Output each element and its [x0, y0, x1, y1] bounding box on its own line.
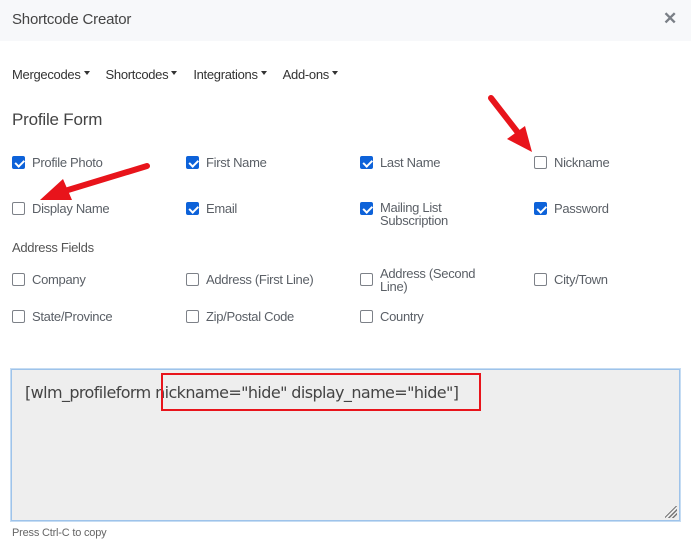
- checkbox-mailing-list-subscription[interactable]: Mailing List Subscription: [360, 201, 500, 227]
- checkbox-checked-icon[interactable]: [534, 202, 547, 215]
- checkbox-checked-icon[interactable]: [12, 156, 25, 169]
- shortcode-text: [wlm_profileform nickname="hide" display…: [25, 383, 459, 402]
- checkbox-state-province[interactable]: State/Province: [12, 309, 113, 324]
- checkbox-label: Password: [554, 201, 609, 216]
- checkbox-label: First Name: [206, 155, 267, 170]
- checkbox-country[interactable]: Country: [360, 309, 424, 324]
- checkbox-label: Last Name: [380, 155, 441, 170]
- caret-down-icon: [331, 70, 338, 75]
- checkbox-label: Address (First Line): [206, 272, 314, 287]
- resize-handle-icon[interactable]: [665, 506, 677, 518]
- checkbox-label: Zip/Postal Code: [206, 309, 294, 324]
- close-icon[interactable]: ✕: [663, 10, 679, 28]
- menu-add-ons[interactable]: Add-ons: [283, 67, 338, 82]
- caret-down-icon: [260, 70, 267, 75]
- checkbox-label: Display Name: [32, 201, 110, 216]
- checkbox-label: Email: [206, 201, 238, 216]
- checkbox-unchecked-icon[interactable]: [12, 273, 25, 286]
- checkbox-unchecked-icon[interactable]: [12, 310, 25, 323]
- checkbox-unchecked-icon[interactable]: [360, 310, 373, 323]
- checkbox-label: Country: [380, 309, 424, 324]
- menu-label: Add-ons: [282, 67, 330, 82]
- checkbox-label: City/Town: [554, 272, 608, 287]
- menu-label: Shortcodes: [105, 67, 169, 82]
- checkbox-checked-icon[interactable]: [360, 202, 373, 215]
- checkbox-address-second-line[interactable]: Address (Second Line): [360, 267, 490, 293]
- checkbox-unchecked-icon[interactable]: [534, 156, 547, 169]
- checkbox-first-name[interactable]: First Name: [186, 156, 267, 169]
- arrow-to-nickname-icon: [488, 95, 532, 152]
- checkbox-address-first-line[interactable]: Address (First Line): [186, 272, 314, 287]
- checkbox-checked-icon[interactable]: [360, 156, 373, 169]
- copy-hint: Press Ctrl-C to copy: [12, 527, 107, 539]
- modal-header: Shortcode Creator ✕: [0, 0, 691, 41]
- checkbox-unchecked-icon[interactable]: [186, 273, 199, 286]
- checkbox-profile-photo[interactable]: Profile Photo: [12, 156, 103, 169]
- menu-shortcodes[interactable]: Shortcodes: [106, 67, 178, 82]
- menu-label: Mergecodes: [12, 67, 81, 82]
- checkbox-city-town[interactable]: City/Town: [534, 273, 608, 286]
- checkbox-checked-icon[interactable]: [186, 202, 199, 215]
- address-fields-heading: Address Fields: [12, 240, 94, 255]
- checkbox-label: Nickname: [554, 155, 610, 170]
- checkbox-unchecked-icon[interactable]: [186, 310, 199, 323]
- checkbox-company[interactable]: Company: [12, 273, 86, 286]
- modal-title: Shortcode Creator: [12, 11, 132, 28]
- menu-label: Integrations: [193, 67, 258, 82]
- section-title: Profile Form: [12, 110, 103, 129]
- shortcode-output-textarea[interactable]: [wlm_profileform nickname="hide" display…: [11, 369, 680, 521]
- checkbox-label: Address (Second Line): [380, 266, 476, 294]
- checkbox-label: State/Province: [32, 309, 113, 324]
- checkbox-label: Mailing List Subscription: [380, 200, 448, 228]
- checkbox-zip-postal-code[interactable]: Zip/Postal Code: [186, 310, 294, 323]
- checkbox-unchecked-icon[interactable]: [12, 202, 25, 215]
- checkbox-email[interactable]: Email: [186, 202, 237, 215]
- checkbox-unchecked-icon[interactable]: [534, 273, 547, 286]
- checkbox-label: Company: [32, 272, 86, 287]
- menu-mergecodes[interactable]: Mergecodes: [12, 67, 90, 82]
- checkbox-last-name[interactable]: Last Name: [360, 156, 440, 169]
- checkbox-password[interactable]: Password: [534, 202, 609, 215]
- caret-down-icon: [83, 70, 90, 75]
- checkbox-checked-icon[interactable]: [186, 156, 199, 169]
- caret-down-icon: [171, 70, 178, 75]
- checkbox-unchecked-icon[interactable]: [360, 273, 373, 286]
- menu-integrations[interactable]: Integrations: [193, 67, 267, 82]
- arrow-to-display-name-icon: [40, 163, 150, 200]
- checkbox-label: Profile Photo: [32, 155, 103, 170]
- checkbox-nickname[interactable]: Nickname: [534, 155, 610, 170]
- menu-bar: Mergecodes Shortcodes Integrations Add-o…: [12, 67, 338, 82]
- checkbox-display-name[interactable]: Display Name: [12, 201, 110, 216]
